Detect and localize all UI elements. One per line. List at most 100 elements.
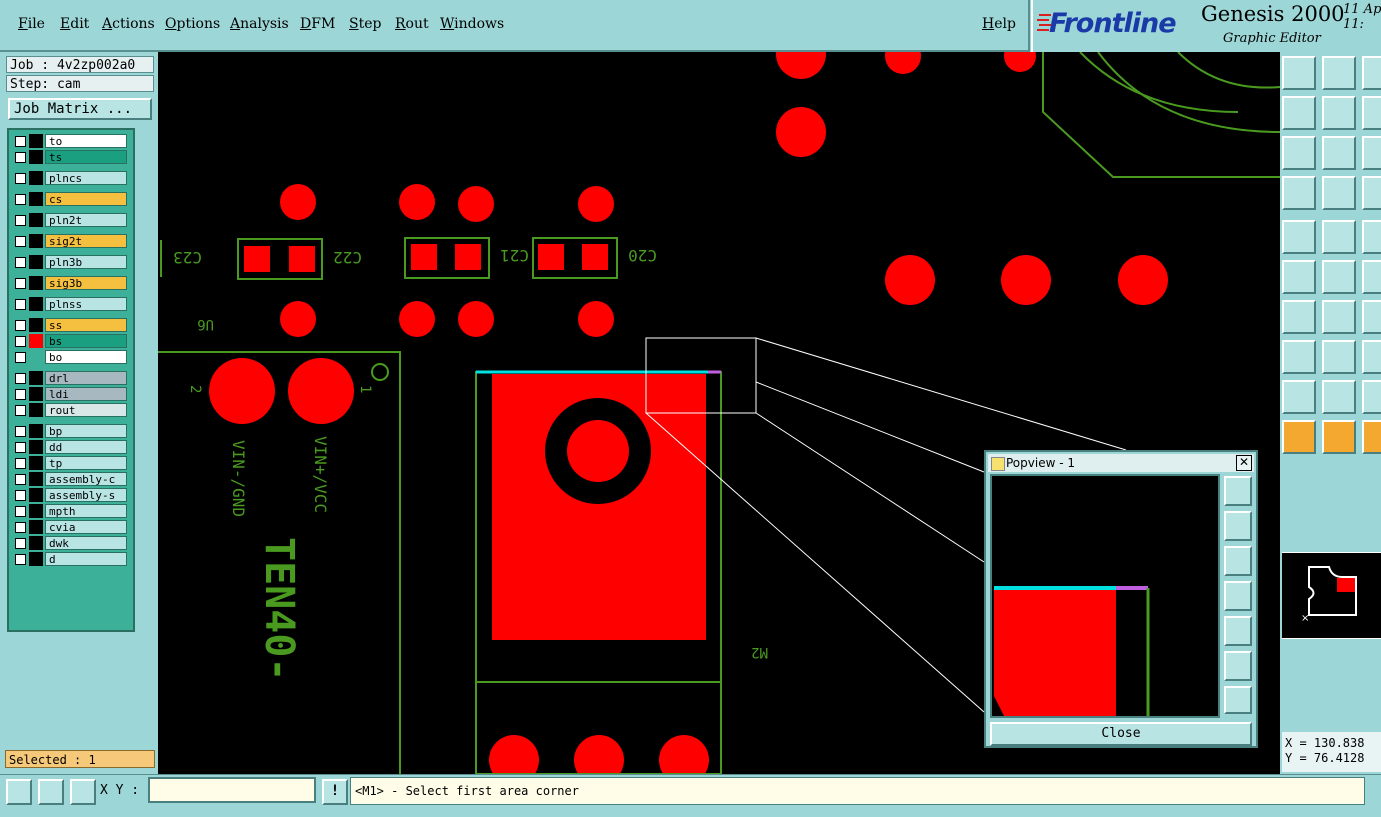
layer-row[interactable]: bs <box>11 334 129 348</box>
layer-row[interactable]: sig3b <box>11 276 129 290</box>
layer-state-swatch[interactable] <box>29 255 43 269</box>
popview-close-button[interactable]: Close <box>990 722 1252 746</box>
copy-tool-button[interactable] <box>1322 96 1356 130</box>
resize-tool-button[interactable] <box>1362 56 1381 90</box>
layer-state-swatch[interactable] <box>29 488 43 502</box>
layer-name[interactable]: cs <box>45 192 127 206</box>
layer-name[interactable]: drl <box>45 371 127 385</box>
layer-checkbox[interactable] <box>15 299 26 310</box>
polygon-tool-button[interactable] <box>1282 380 1316 414</box>
snap-mode-button[interactable] <box>6 779 32 805</box>
fit-tool-button[interactable] <box>1322 136 1356 170</box>
layer-name[interactable]: pln2t <box>45 213 127 227</box>
layer-row[interactable]: sig2t <box>11 234 129 248</box>
menu-rout[interactable]: Rout <box>395 16 429 32</box>
arc-tool-button[interactable] <box>1322 380 1356 414</box>
layer-state-swatch[interactable] <box>29 504 43 518</box>
layer-state-swatch[interactable] <box>29 472 43 486</box>
layer-state-swatch[interactable] <box>29 192 43 206</box>
node-tool-button[interactable] <box>1322 260 1356 294</box>
menu-help[interactable]: Help <box>982 16 1016 32</box>
layer-row[interactable]: plnss <box>11 297 129 311</box>
layer-row[interactable]: ss <box>11 318 129 332</box>
layer-row[interactable]: bo <box>11 350 129 364</box>
layer-state-swatch[interactable] <box>29 440 43 454</box>
layer-checkbox[interactable] <box>15 442 26 453</box>
layer-row[interactable]: dd <box>11 440 129 454</box>
layer-state-swatch[interactable] <box>29 234 43 248</box>
layer-checkbox[interactable] <box>15 152 26 163</box>
layer-checkbox[interactable] <box>15 522 26 533</box>
line-tool-button[interactable] <box>1282 260 1316 294</box>
popview-zoom-out-button[interactable] <box>1224 686 1252 714</box>
layer-name[interactable]: to <box>45 134 127 148</box>
layer-checkbox[interactable] <box>15 389 26 400</box>
grid-mode-button[interactable] <box>70 779 96 805</box>
snap-tool-button[interactable] <box>1322 300 1356 334</box>
layer-checkbox[interactable] <box>15 215 26 226</box>
layer-checkbox[interactable] <box>15 458 26 469</box>
layer-state-swatch[interactable] <box>29 350 43 364</box>
xy-input[interactable] <box>148 777 316 803</box>
layer-state-swatch[interactable] <box>29 387 43 401</box>
layer-row[interactable]: drl <box>11 371 129 385</box>
layer-state-swatch[interactable] <box>29 371 43 385</box>
layer-state-swatch[interactable] <box>29 536 43 550</box>
layer-checkbox[interactable] <box>15 320 26 331</box>
layer-name[interactable]: mpth <box>45 504 127 518</box>
layer-checkbox[interactable] <box>15 278 26 289</box>
layer-row[interactable]: cvia <box>11 520 129 534</box>
layer-state-swatch[interactable] <box>29 150 43 164</box>
menu-edit[interactable]: Edit <box>60 16 89 32</box>
layer-name[interactable]: ldi <box>45 387 127 401</box>
layer-state-swatch[interactable] <box>29 552 43 566</box>
connect-tool-button[interactable] <box>1322 340 1356 374</box>
select-mode-tool-button[interactable] <box>1362 420 1381 454</box>
layer-row[interactable]: dwk <box>11 536 129 550</box>
line-mode-tool-button[interactable] <box>1362 380 1381 414</box>
layer-name[interactable]: bo <box>45 350 127 364</box>
layer-checkbox[interactable] <box>15 257 26 268</box>
layer-state-swatch[interactable] <box>29 276 43 290</box>
layer-name[interactable]: bp <box>45 424 127 438</box>
layer-checkbox[interactable] <box>15 352 26 363</box>
menu-analysis[interactable]: Analysis <box>230 16 289 32</box>
cut-tool-button[interactable] <box>1362 260 1381 294</box>
edit-tool-button[interactable] <box>1362 220 1381 254</box>
feature-tool-button[interactable] <box>1282 220 1316 254</box>
popview-titlebar[interactable]: Popview - 1 ✕ <box>988 454 1254 472</box>
menu-file[interactable]: File <box>18 16 45 32</box>
pan-tool-button[interactable] <box>1322 176 1356 210</box>
layer-state-swatch[interactable] <box>29 134 43 148</box>
layer-row[interactable]: ts <box>11 150 129 164</box>
layer-name[interactable]: pln3b <box>45 255 127 269</box>
alert-button[interactable]: ! <box>322 779 348 805</box>
close-icon[interactable]: ✕ <box>1236 455 1252 471</box>
layer-name[interactable]: sig2t <box>45 234 127 248</box>
menu-windows[interactable]: Windows <box>440 16 504 32</box>
layer-row[interactable]: d <box>11 552 129 566</box>
zoom-in-tool-button[interactable] <box>1362 136 1381 170</box>
layer-checkbox[interactable] <box>15 474 26 485</box>
popview-fit-button[interactable] <box>1224 476 1252 506</box>
layer-name[interactable]: cvia <box>45 520 127 534</box>
layer-name[interactable]: plncs <box>45 171 127 185</box>
popview-zoom-in-button[interactable] <box>1224 651 1252 681</box>
layer-row[interactable]: ldi <box>11 387 129 401</box>
layer-name[interactable]: plnss <box>45 297 127 311</box>
layer-name[interactable]: bs <box>45 334 127 348</box>
layer-name[interactable]: ts <box>45 150 127 164</box>
layer-row[interactable]: pln3b <box>11 255 129 269</box>
layer-checkbox[interactable] <box>15 538 26 549</box>
layer-state-swatch[interactable] <box>29 171 43 185</box>
layer-row[interactable]: tp <box>11 456 129 470</box>
layer-name[interactable]: dd <box>45 440 127 454</box>
pointer-tool-button[interactable] <box>1322 420 1356 454</box>
layer-state-swatch[interactable] <box>29 318 43 332</box>
layer-state-swatch[interactable] <box>29 334 43 348</box>
layer-row[interactable]: to <box>11 134 129 148</box>
layer-name[interactable]: dwk <box>45 536 127 550</box>
popview-up-button[interactable] <box>1224 511 1252 541</box>
popview-right-button[interactable] <box>1224 616 1252 646</box>
mirror-tool-button[interactable] <box>1282 300 1316 334</box>
